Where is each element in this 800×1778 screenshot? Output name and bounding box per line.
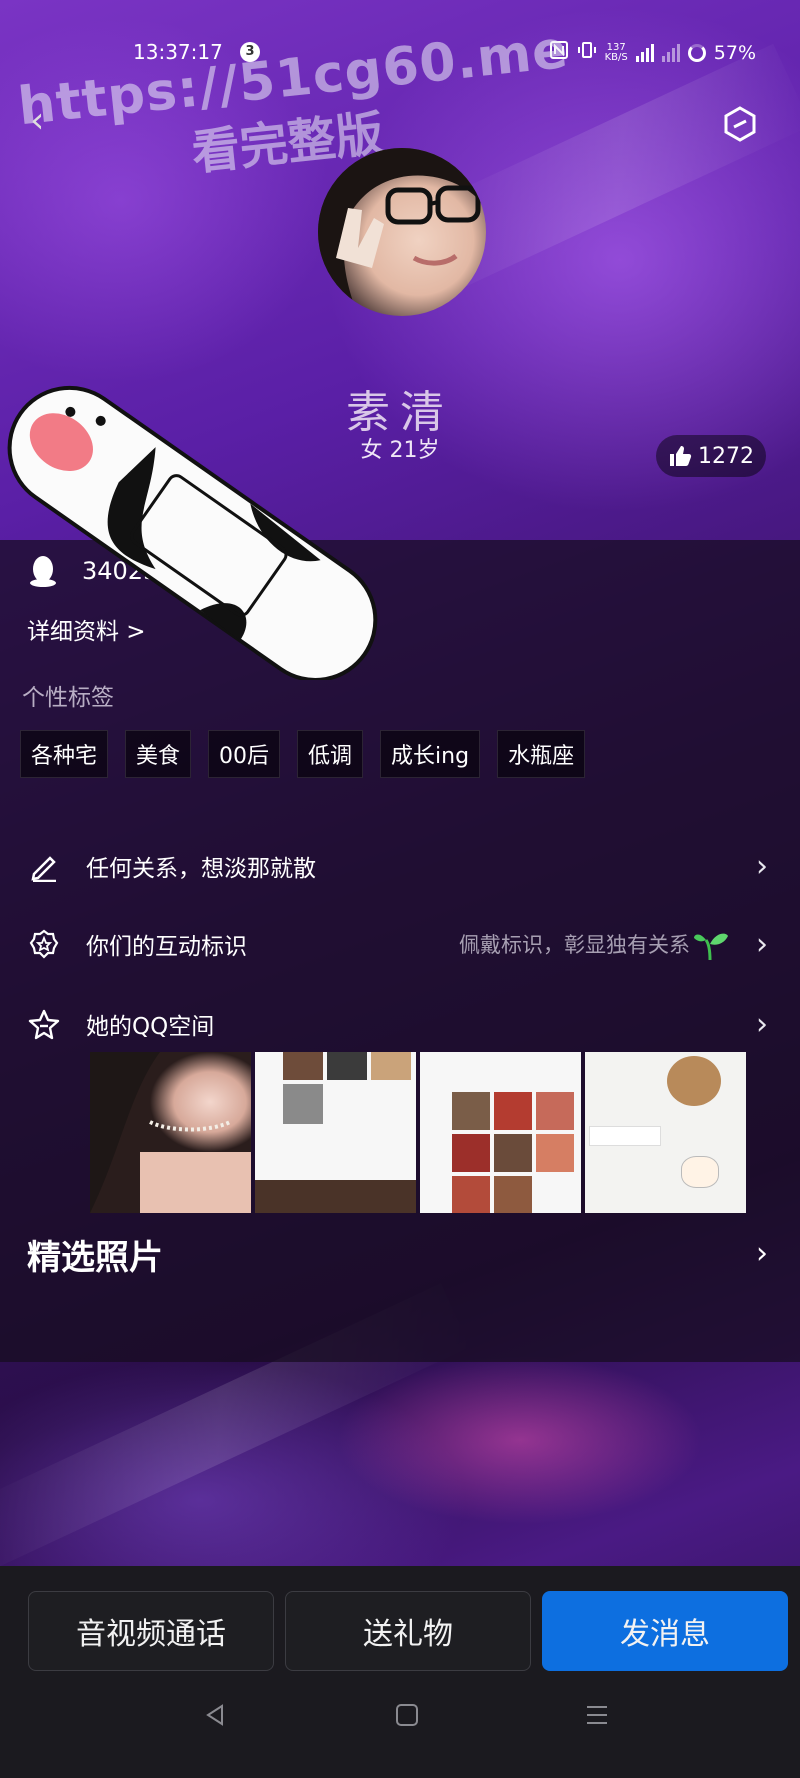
interaction-label: 你们的互动标识 [86, 934, 247, 960]
signal-5g-icon [635, 43, 654, 62]
tag-item[interactable]: 水瓶座 [497, 730, 586, 778]
qzone-thumbnail[interactable] [420, 1052, 581, 1213]
tag-item[interactable]: 成长ing [380, 730, 481, 778]
sprout-icon [694, 933, 728, 961]
nav-home-icon[interactable] [394, 1702, 420, 1728]
featured-photos-title[interactable]: 精选照片 [27, 1230, 163, 1279]
chevron-right-icon: › [756, 1006, 768, 1042]
signal-icon [661, 43, 680, 62]
gear-badge-icon [29, 929, 59, 959]
battery-level: 57% [713, 41, 756, 64]
avatar[interactable] [318, 148, 486, 316]
chevron-right-icon: › [756, 926, 768, 962]
system-nav-bar [0, 1702, 800, 1742]
tag-item[interactable]: 低调 [297, 730, 364, 778]
qzone-thumbnail[interactable] [255, 1052, 416, 1213]
qzone-row[interactable]: 她的QQ空间 › [0, 994, 800, 1054]
tag-item[interactable]: 美食 [125, 730, 192, 778]
nav-back-icon[interactable] [202, 1702, 228, 1728]
nav-menu-icon[interactable] [584, 1702, 610, 1728]
tag-item[interactable]: 各种宅 [20, 730, 109, 778]
interaction-badge-row[interactable]: 你们的互动标识 佩戴标识，彰显独有关系 › [0, 914, 800, 974]
network-speed: 137 KB/S [604, 41, 628, 63]
tag-item[interactable]: 00后 [208, 730, 281, 778]
like-button[interactable]: 1272 [656, 435, 766, 477]
chevron-right-icon[interactable]: › [756, 1236, 768, 1271]
interaction-hint: 佩戴标识，彰显独有关系 [459, 933, 690, 957]
send-message-button[interactable]: 发消息 [542, 1591, 788, 1671]
qzone-label: 她的QQ空间 [86, 1014, 215, 1040]
qzone-thumbnail[interactable] [585, 1052, 746, 1213]
star-icon [28, 1009, 60, 1040]
pencil-icon [31, 856, 56, 882]
send-gift-button[interactable]: 送礼物 [285, 1591, 531, 1671]
signature-row[interactable]: 任何关系，想淡那就散 › [0, 836, 800, 896]
detail-link[interactable]: 详细资料 > [27, 612, 146, 646]
tags-section-label: 个性标签 [22, 685, 114, 711]
vibrate-icon [577, 40, 597, 65]
hexagon-icon[interactable] [722, 106, 758, 142]
chevron-right-icon: › [756, 848, 768, 884]
signature-text: 任何关系，想淡那就散 [86, 856, 316, 882]
tags-list: 各种宅 美食 00后 低调 成长ing 水瓶座 [20, 730, 586, 778]
battery-icon [687, 43, 706, 62]
qzone-thumbnails [90, 1052, 746, 1213]
qzone-thumbnail[interactable] [90, 1052, 251, 1213]
av-call-button[interactable]: 音视频通话 [28, 1591, 274, 1671]
like-icon [670, 446, 692, 466]
back-icon[interactable]: ‹ [30, 100, 44, 141]
like-count: 1272 [698, 443, 754, 469]
